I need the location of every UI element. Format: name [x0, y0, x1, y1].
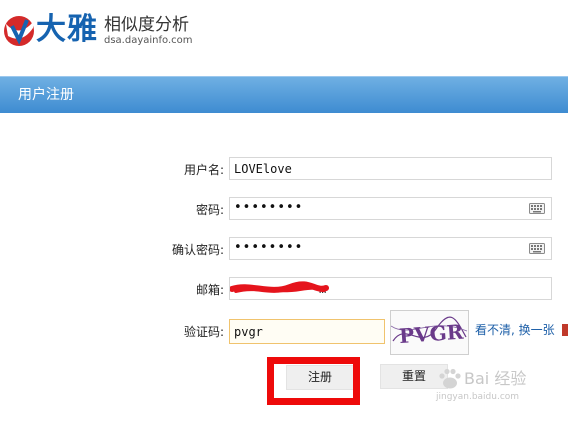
captcha-value: pvgr — [234, 325, 263, 339]
section-title: 用户注册 — [18, 87, 74, 103]
paw-icon — [439, 368, 461, 389]
site-header: 大雅 相似度分析 dsa.dayainfo.com — [0, 0, 568, 70]
watermark-url: jingyan.baidu.com — [436, 392, 520, 402]
site-url: dsa.dayainfo.com — [104, 35, 193, 46]
email-label: 邮箱: — [195, 283, 224, 297]
highlight-annotation — [267, 357, 360, 405]
username-label: 用户名: — [183, 163, 224, 177]
captcha-input[interactable]: pvgr — [229, 319, 385, 344]
confirm-password-input[interactable]: •••••••• — [229, 237, 552, 260]
logo-text: 大雅 — [36, 12, 98, 47]
confirm-password-label: 确认密码: — [171, 243, 224, 257]
redaction-scribble — [230, 281, 329, 293]
refresh-captcha-link[interactable]: 看不清, 换一张 — [475, 322, 555, 338]
captcha-graphic: PVGR — [390, 316, 468, 348]
username-input[interactable]: LOVElove — [229, 157, 552, 180]
edge-mark — [562, 324, 568, 336]
password-label: 密码: — [195, 203, 224, 217]
username-value: LOVElove — [234, 162, 292, 176]
product-name: 相似度分析 — [104, 15, 189, 35]
confirm-password-value: •••••••• — [234, 240, 304, 255]
captcha-label: 验证码: — [183, 325, 224, 339]
keyboard-icon[interactable] — [529, 243, 545, 254]
email-input[interactable]: m — [229, 277, 552, 300]
captcha-text: PVGR — [398, 320, 464, 348]
section-header-bar: 用户注册 — [0, 76, 568, 113]
password-input[interactable]: •••••••• — [229, 197, 552, 220]
password-value: •••••••• — [234, 200, 304, 215]
watermark-main: Bai 经验 — [464, 369, 527, 388]
captcha-image[interactable]: PVGR — [390, 310, 469, 355]
keyboard-icon[interactable] — [529, 203, 545, 214]
daya-logo-icon — [4, 16, 34, 46]
baidu-watermark: Bai 经验 jingyan.baidu.com — [420, 362, 566, 410]
